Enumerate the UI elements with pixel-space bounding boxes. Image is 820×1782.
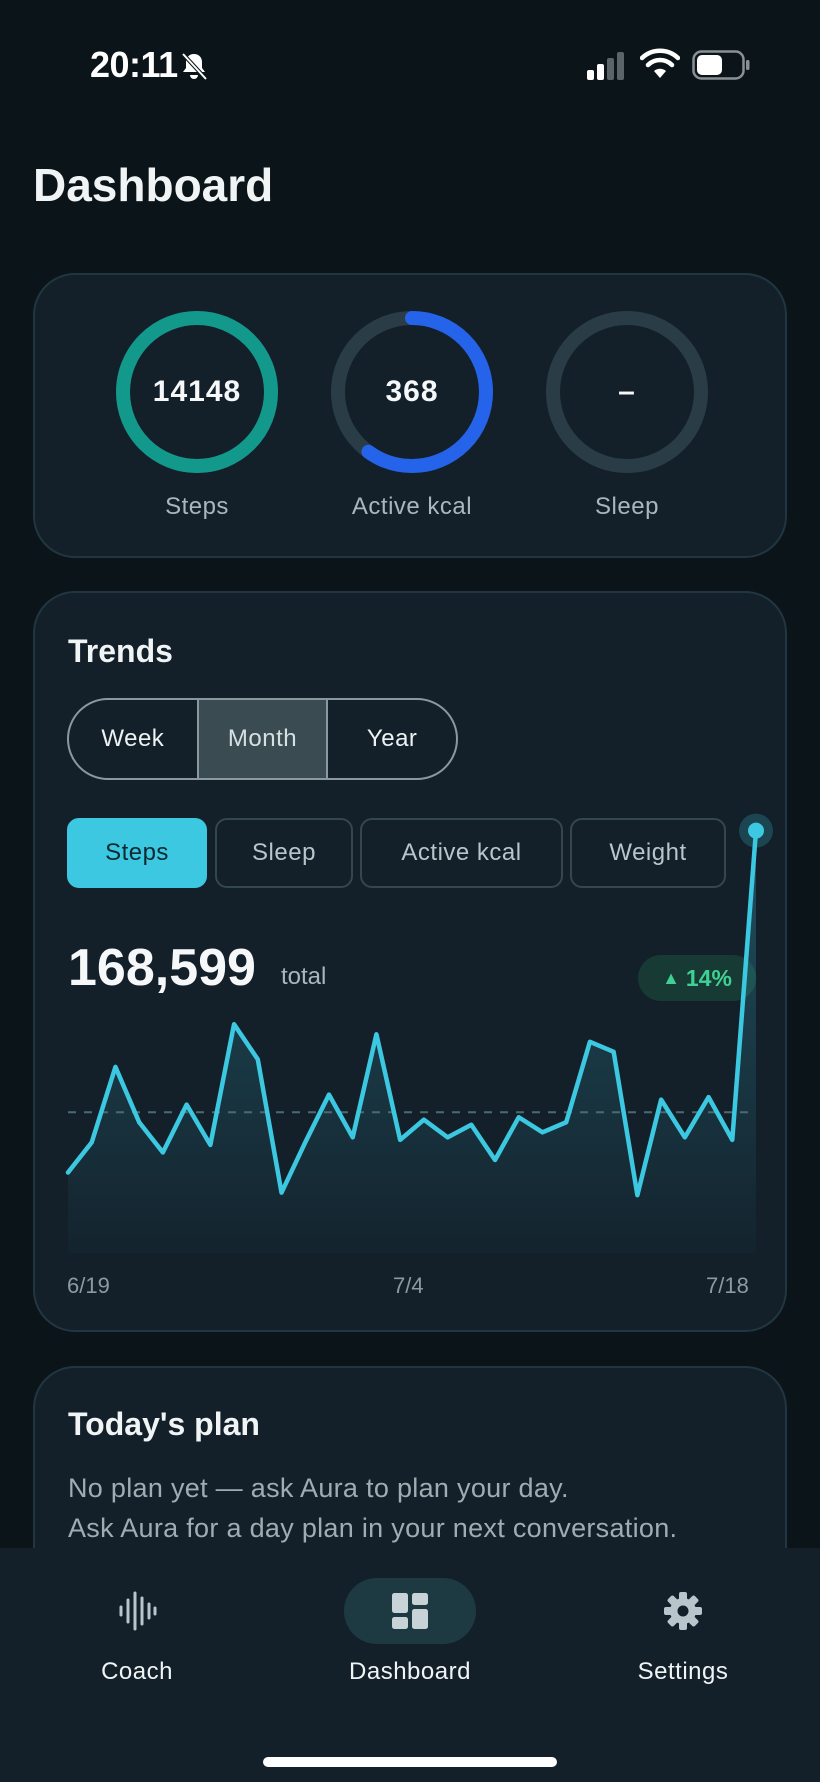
bell-muted-icon [181,52,208,81]
trend-point [133,1116,145,1128]
latest-point [748,822,764,839]
nav-settings-label: Settings [637,1658,729,1685]
trend-point [536,1126,548,1138]
trend-point [489,1154,501,1166]
trend-point [608,1046,620,1058]
steps-label: Steps [165,493,229,520]
trend-point [418,1114,430,1126]
trend-point [560,1116,572,1128]
sleep-value: – [618,375,636,408]
trend-point [157,1146,169,1158]
trend-point [442,1131,454,1143]
x-tick-label: 7/4 [393,1273,424,1298]
summary-card: 14148 Steps 368 Active kcal – Sleep [33,273,787,558]
nav-settings-pill [617,1578,749,1644]
page-title: Dashboard [33,159,274,211]
nav-dashboard-label: Dashboard [349,1658,471,1685]
steps-ring[interactable]: 14148 Steps [112,307,282,521]
nav-coach[interactable]: Coach [37,1578,237,1686]
trend-point [276,1187,288,1199]
active-kcal-label: Active kcal [351,493,473,520]
trend-point [86,1136,98,1148]
steps-value: 14148 [152,375,242,408]
gear-icon [664,1592,702,1630]
nav-settings[interactable]: Settings [583,1578,783,1686]
waveform-icon [119,1591,157,1631]
trend-point [204,1139,216,1151]
plan-title: Today's plan [68,1406,260,1442]
trend-point [584,1036,596,1048]
sleep-label: Sleep [595,493,659,520]
nav-dashboard-pill [344,1578,476,1644]
trend-point [181,1099,193,1111]
trend-point [513,1111,525,1123]
trend-point [62,1167,74,1179]
trend-point [679,1131,691,1143]
dashboard-grid-icon [392,1593,428,1629]
home-indicator [263,1757,557,1767]
trend-point [299,1136,311,1148]
trend-point [252,1053,264,1065]
trend-point [370,1028,382,1040]
status-time: 20:11 [90,44,178,85]
steps-trend-chart [62,813,773,1253]
trend-point [465,1119,477,1131]
trend-point [347,1131,359,1143]
trend-point [323,1089,335,1101]
battery-icon [692,50,750,80]
cellular-signal-icon [587,52,624,80]
x-tick-label: 6/19 [67,1273,110,1298]
trend-point [655,1094,667,1106]
nav-coach-label: Coach [101,1658,173,1685]
plan-message: No plan yet — ask Aura to plan your day.… [68,1468,677,1548]
status-bar: 20:11 [0,0,820,130]
trend-point [228,1018,240,1030]
trend-point [631,1189,643,1201]
wifi-icon [640,48,680,78]
plan-message-line-2: Ask Aura for a day plan in your next con… [68,1513,678,1543]
active-kcal-ring[interactable]: 368 Active kcal [327,307,497,521]
active-kcal-value: 368 [385,375,439,408]
nav-coach-pill [71,1578,203,1644]
x-tick-label: 7/18 [706,1273,749,1298]
plan-message-line-1: No plan yet — ask Aura to plan your day. [68,1473,569,1503]
trend-point [394,1134,406,1146]
bottom-nav: Coach Dashboard Settings [0,1548,820,1782]
trends-card: Trends Week Month Year Steps Sleep Activ… [33,591,787,1332]
trend-point [726,1134,738,1146]
nav-dashboard[interactable]: Dashboard [310,1578,510,1686]
trend-area [68,830,756,1253]
trend-point [109,1061,121,1073]
trend-point [703,1091,715,1103]
sleep-ring[interactable]: – Sleep [542,307,712,521]
